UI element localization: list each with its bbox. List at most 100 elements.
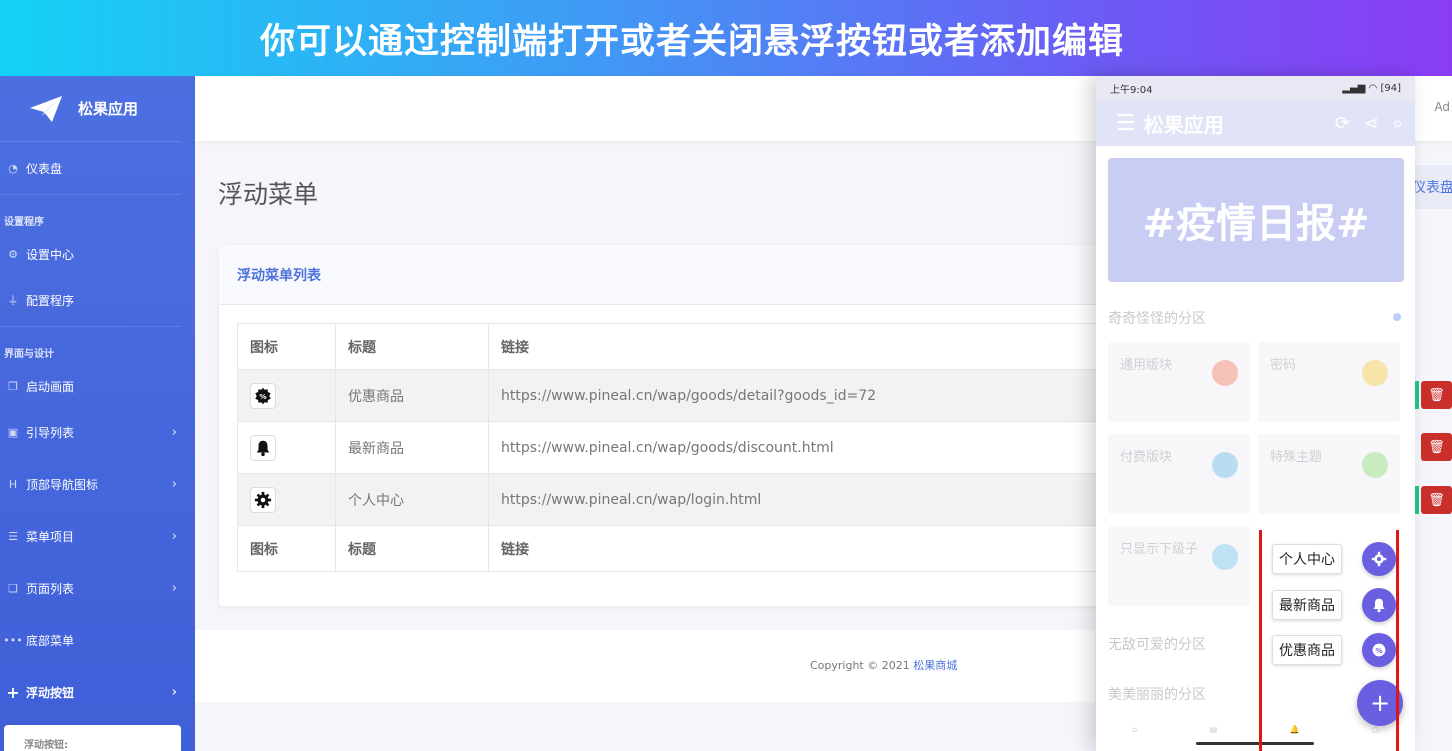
sidebar-section-ui: 界面与设计 xyxy=(0,326,181,366)
sidebar-item-float-button[interactable]: + 浮动按钮 › xyxy=(0,666,195,718)
phone-app-title: 松果应用 xyxy=(1143,112,1224,137)
column-header-icon: 图标 xyxy=(237,323,336,370)
sidebar-item-page-list[interactable]: ❏ 页面列表 › xyxy=(0,562,195,614)
brand-name: 松果应用 xyxy=(78,100,139,118)
sidebar-item-config[interactable]: ⏚ 配置程序 xyxy=(0,274,195,326)
fab-item-personal-center[interactable]: 个人中心 xyxy=(1272,542,1396,576)
sidebar-item-dashboard[interactable]: ◔ 仪表盘 xyxy=(0,142,195,194)
fab-item-new-goods[interactable]: 最新商品 xyxy=(1272,588,1396,622)
sidebar-item-label: 启动画面 xyxy=(26,379,75,394)
trash-icon: 🗑 xyxy=(1428,439,1445,455)
footer-brand-link[interactable]: 松果商城 xyxy=(913,659,957,672)
home-icon[interactable]: ⌂ xyxy=(1132,725,1137,734)
footer-copyright: Copyright © 2021 松果商城 xyxy=(810,657,957,673)
row-link[interactable]: https://www.pineal.cn/wap/goods/discount… xyxy=(488,421,1119,474)
images-icon: ▣ xyxy=(7,425,19,439)
sidebar-brand[interactable]: 松果应用 xyxy=(0,76,181,142)
paper-plane-icon xyxy=(30,95,62,122)
footer-strip xyxy=(195,630,1095,702)
sidebar-item-bottom-menu[interactable]: ••• 底部菜单 xyxy=(0,614,195,666)
phone-tile[interactable]: 特殊主题 xyxy=(1258,434,1400,514)
sidebar-section-setup: 设置程序 xyxy=(0,194,181,234)
chevron-right-icon: › xyxy=(171,684,177,700)
battery-level: 94 xyxy=(1384,82,1398,94)
sidebar: 松果应用 ◔ 仪表盘 设置程序 ⚙ 设置中心 ⏚ 配置程序 界面与设计 ❐ 启动… xyxy=(0,76,195,751)
promo-banner: 你可以通过控制端打开或者关闭悬浮按钮或者添加编辑 xyxy=(0,0,1452,76)
sidebar-item-label: 底部菜单 xyxy=(26,633,75,648)
topbar-user[interactable]: Ad xyxy=(1434,100,1450,114)
sidebar-item-label: 浮动按钮 xyxy=(26,685,75,700)
tile-icon xyxy=(1362,452,1388,478)
edit-button-edge[interactable] xyxy=(1415,381,1419,409)
sidebar-subpanel: 浮动按钮: xyxy=(4,725,181,751)
table-row: % 优惠商品 https://www.pineal.cn/wap/goods/d… xyxy=(237,369,1119,422)
phone-section-title: 美美丽丽的分区 xyxy=(1108,687,1206,703)
phone-tile[interactable]: 只显示下级子 xyxy=(1108,526,1250,606)
bell-icon[interactable]: 🔔 xyxy=(1290,725,1300,734)
phone-tile[interactable]: 密码 xyxy=(1258,342,1400,422)
breadcrumb-dashboard[interactable]: 仪表盘 xyxy=(1412,177,1452,197)
chevron-right-icon: › xyxy=(171,476,177,492)
highlight-line-right xyxy=(1396,530,1399,751)
column-footer-title: 标题 xyxy=(335,525,489,572)
share-icon[interactable]: ⋖ xyxy=(1364,113,1379,134)
trash-icon: 🗑 xyxy=(1428,387,1445,403)
phone-tile[interactable]: 付费版块 xyxy=(1108,434,1250,514)
chevron-right-icon: › xyxy=(171,580,177,596)
phone-tile[interactable]: 通用版块 xyxy=(1108,342,1250,422)
phone-section-title: 无敌可爱的分区 xyxy=(1108,637,1206,653)
table-row: 最新商品 https://www.pineal.cn/wap/goods/dis… xyxy=(237,421,1119,474)
float-menu-table: 图标 标题 链接 % 优惠商品 https://www.pineal.cn/wa… xyxy=(237,323,1119,572)
hamburger-icon[interactable]: ☰ xyxy=(1116,111,1136,136)
edit-button-edge[interactable] xyxy=(1415,486,1419,514)
sidebar-item-menu-items[interactable]: ☰ 菜单项目 › xyxy=(0,510,195,562)
fab-item-discount-goods[interactable]: 优惠商品 % xyxy=(1272,633,1396,667)
ellipsis-icon: ••• xyxy=(3,633,23,647)
sidebar-item-label: 配置程序 xyxy=(26,293,75,308)
pages-icon: ❏ xyxy=(8,581,18,595)
fab-label[interactable]: 最新商品 xyxy=(1272,590,1342,620)
delete-button[interactable]: 🗑 xyxy=(1421,486,1452,514)
footer-text: Copyright © 2021 xyxy=(810,659,910,672)
column-header-title: 标题 xyxy=(335,323,489,370)
community-icon[interactable]: ▤ xyxy=(1210,725,1218,734)
tile-icon xyxy=(1212,360,1238,386)
card-header: 浮动菜单列表 xyxy=(219,245,1119,305)
percent-badge-icon[interactable]: % xyxy=(1362,633,1396,667)
hero-text: #疫情日报# xyxy=(1142,201,1370,247)
sidebar-item-label: 页面列表 xyxy=(26,581,75,596)
phone-section-title: 奇奇怪怪的分区 xyxy=(1108,311,1206,327)
row-link[interactable]: https://www.pineal.cn/wap/goods/detail?g… xyxy=(488,369,1119,422)
home-indicator xyxy=(1196,742,1314,745)
sidebar-item-top-nav[interactable]: H 顶部导航图标 › xyxy=(0,458,195,510)
search-icon[interactable]: ⌕ xyxy=(1393,113,1403,134)
phone-app-bar: ☰ 松果应用 ⟳ ⋖ ⌕ xyxy=(1096,100,1415,146)
column-footer-link: 链接 xyxy=(488,525,1119,572)
page-title: 浮动菜单 xyxy=(218,180,319,209)
bell-icon[interactable] xyxy=(1362,588,1396,622)
chevron-right-icon: › xyxy=(171,424,177,440)
sidebar-item-setting-center[interactable]: ⚙ 设置中心 xyxy=(0,234,195,274)
percent-badge-icon: % xyxy=(250,382,276,409)
tile-title: 特殊主题 xyxy=(1270,450,1323,465)
bell-icon xyxy=(250,434,276,461)
sidebar-item-splash[interactable]: ❐ 启动画面 xyxy=(0,366,195,406)
gear-icon xyxy=(250,486,276,513)
column-header-link: 链接 xyxy=(488,323,1119,370)
gears-icon: ⚙ xyxy=(8,247,18,261)
svg-text:%: % xyxy=(1375,646,1382,655)
tile-icon xyxy=(1362,360,1388,386)
delete-button[interactable]: 🗑 xyxy=(1421,381,1452,409)
phone-hero-banner[interactable]: #疫情日报# xyxy=(1108,158,1404,282)
tile-title: 只显示下级子 xyxy=(1120,542,1199,557)
refresh-icon[interactable]: ⟳ xyxy=(1335,113,1350,134)
fab-label[interactable]: 优惠商品 xyxy=(1272,635,1342,665)
copy-icon: ❐ xyxy=(8,379,18,393)
fab-label[interactable]: 个人中心 xyxy=(1272,544,1342,574)
delete-button[interactable]: 🗑 xyxy=(1421,433,1452,461)
sidebar-item-guide-list[interactable]: ▣ 引导列表 › xyxy=(0,406,195,458)
battery-icon: ▂▄▆ ◠ [94] xyxy=(1342,82,1401,94)
row-link[interactable]: https://www.pineal.cn/wap/login.html xyxy=(488,473,1119,526)
plug-icon: ⏚ xyxy=(7,294,19,307)
gear-icon[interactable] xyxy=(1362,542,1396,576)
